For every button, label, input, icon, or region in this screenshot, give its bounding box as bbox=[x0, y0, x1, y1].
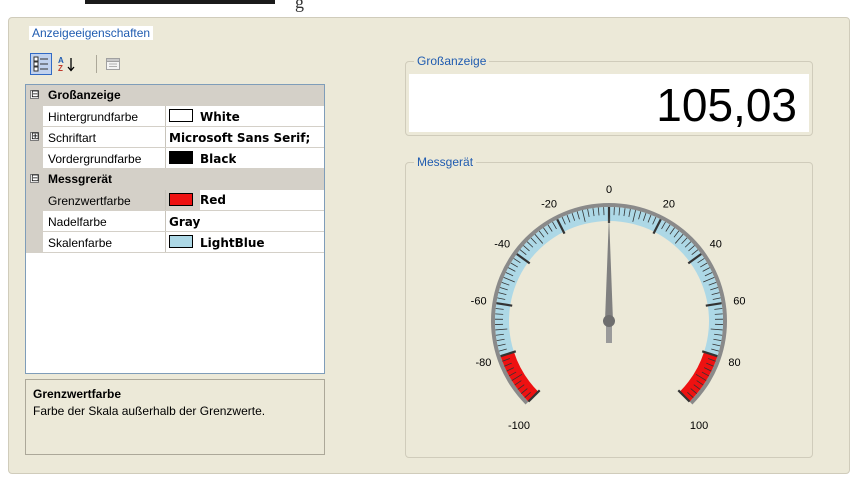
gauge-tick-label: -20 bbox=[541, 198, 557, 210]
property-value[interactable]: Black bbox=[200, 152, 236, 166]
help-title: Grenzwertfarbe bbox=[33, 387, 122, 401]
property-name: Nadelfarbe bbox=[48, 215, 107, 229]
property-row-nadelfarbe[interactable]: Nadelfarbe Gray bbox=[26, 211, 324, 232]
gauge-tick-label: 100 bbox=[690, 420, 708, 432]
property-pages-button[interactable] bbox=[102, 53, 124, 75]
collapse-toggle[interactable]: ⊟ bbox=[30, 90, 39, 100]
gauge-tick-label: -100 bbox=[508, 420, 530, 432]
gauge-minor-tick bbox=[714, 313, 723, 315]
property-name: Hintergrundfarbe bbox=[48, 110, 139, 124]
big-display-value: 105,03 bbox=[656, 79, 797, 131]
property-name: Skalenfarbe bbox=[48, 236, 113, 250]
property-row-skalenfarbe[interactable]: Skalenfarbe LightBlue bbox=[26, 232, 324, 253]
big-display-group: Großanzeige 105,03 bbox=[405, 54, 813, 136]
property-row-grenzwertfarbe[interactable]: Grenzwertfarbe Red bbox=[26, 190, 324, 211]
toolbar-separator bbox=[96, 55, 97, 73]
category-title: Großanzeige bbox=[48, 88, 121, 102]
property-name: Schriftart bbox=[48, 131, 97, 145]
property-value[interactable]: LightBlue bbox=[200, 236, 265, 250]
big-display: 105,03 bbox=[409, 74, 809, 132]
gauge-tick-label: -80 bbox=[476, 357, 492, 369]
panel-legend: Anzeigeeigenschaften bbox=[29, 26, 154, 40]
gauge-tick-label: -40 bbox=[494, 238, 510, 250]
gauge-tick-label: 40 bbox=[710, 238, 722, 250]
property-pages-icon bbox=[106, 58, 120, 70]
property-grid-toolbar: A Z bbox=[26, 53, 326, 79]
property-name: Grenzwertfarbe bbox=[48, 194, 131, 208]
categorized-button[interactable] bbox=[30, 53, 52, 75]
gauge-needle bbox=[605, 215, 613, 321]
help-description: Farbe der Skala außerhalb der Grenzwerte… bbox=[33, 404, 266, 418]
category-grossanzeige[interactable]: ⊟ Großanzeige bbox=[26, 85, 324, 106]
property-row-vordergrundfarbe[interactable]: Vordergrundfarbe Black bbox=[26, 148, 324, 169]
collapse-toggle[interactable]: ⊟ bbox=[30, 174, 39, 184]
svg-text:Z: Z bbox=[58, 64, 63, 72]
big-display-legend: Großanzeige bbox=[414, 54, 490, 68]
gauge-minor-tick bbox=[495, 313, 504, 315]
gauge: -100 -80 -60 -40 -20 0 20 40 60 80 100 bbox=[471, 184, 746, 432]
gauge-needle-hub bbox=[603, 315, 615, 327]
property-grid: ⊟ Großanzeige Hintergrundfarbe White ⊞ S… bbox=[25, 84, 325, 374]
categorized-icon bbox=[33, 56, 48, 72]
alphabetical-icon: A Z bbox=[58, 56, 75, 72]
gauge-tick-label: 60 bbox=[733, 295, 745, 307]
color-swatch bbox=[169, 109, 193, 122]
color-swatch bbox=[169, 193, 193, 206]
property-value[interactable]: White bbox=[200, 110, 240, 124]
header-text-fragment: g bbox=[295, 0, 304, 12]
color-swatch bbox=[169, 151, 193, 164]
expand-toggle[interactable]: ⊞ bbox=[30, 132, 39, 142]
property-value[interactable]: Gray bbox=[169, 215, 200, 229]
gauge-tick-label: 0 bbox=[606, 184, 612, 196]
property-value[interactable]: Microsoft Sans Serif; bbox=[169, 131, 324, 145]
property-row-hintergrundfarbe[interactable]: Hintergrundfarbe White bbox=[26, 106, 324, 127]
color-swatch bbox=[169, 235, 193, 248]
property-help-pane: Grenzwertfarbe Farbe der Skala außerhalb… bbox=[25, 379, 325, 455]
gauge-group: Messgerät -100 -80 -60 -40 -20 0 20 40 60 80 100 bbox=[405, 155, 813, 458]
gauge-tick-label: 20 bbox=[663, 198, 675, 210]
alphabetical-button[interactable]: A Z bbox=[56, 53, 78, 75]
gauge-tick-label: 80 bbox=[728, 357, 740, 369]
category-messgeraet[interactable]: ⊟ Messgrerät bbox=[26, 169, 324, 190]
property-name: Vordergrundfarbe bbox=[48, 152, 142, 166]
category-title: Messgrerät bbox=[48, 172, 113, 186]
property-value[interactable]: Red bbox=[200, 190, 324, 211]
property-row-schriftart[interactable]: ⊞ Schriftart Microsoft Sans Serif; bbox=[26, 127, 324, 148]
gauge-tick-label: -60 bbox=[471, 295, 487, 307]
header-decoration-line bbox=[85, 0, 275, 4]
